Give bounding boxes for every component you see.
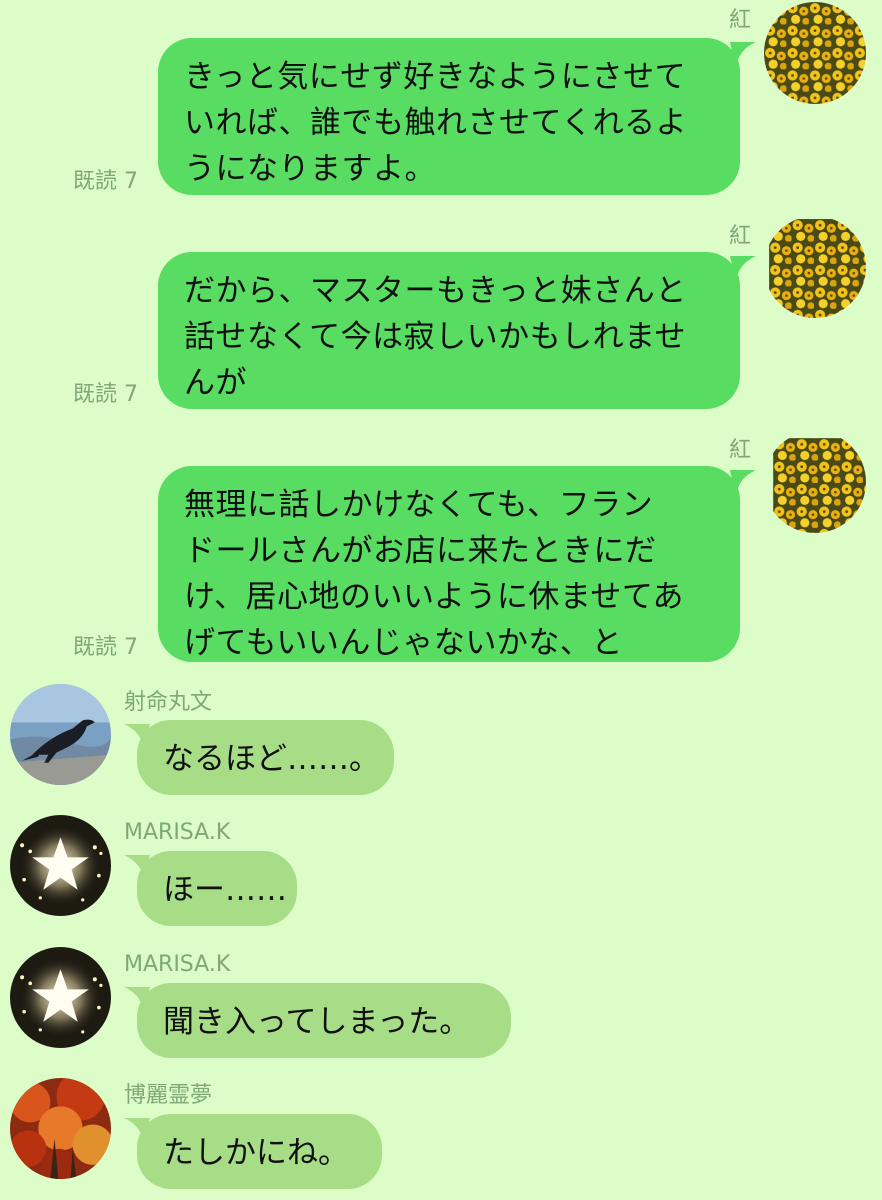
received-message-bubble[interactable]: たしかにね。 — [137, 1114, 382, 1189]
message-line: んが — [184, 365, 247, 401]
received-message-bubble[interactable]: 聞き入ってしまった。 — [137, 983, 511, 1058]
sent-message-bubble[interactable]: きっと気にせず好きなようにさせて いれば、誰でも触れさせてくれるよ うになります… — [158, 38, 740, 195]
received-message-bubble[interactable]: なるほど……。 — [137, 720, 394, 795]
autumn-leaves-avatar[interactable] — [10, 1078, 111, 1179]
sender-name: 博麗霊夢 — [124, 1083, 213, 1108]
yellow-flowers-avatar[interactable] — [764, 216, 866, 318]
received-message-bubble[interactable]: ほー…… — [137, 851, 297, 926]
crow-avatar[interactable] — [10, 684, 111, 785]
message-line: きっと気にせず好きなようにさせて — [184, 59, 687, 95]
sent-message-bubble[interactable]: だから、マスターもきっと妹さんと 話せなくて今は寂しいかもしれませ んが — [158, 252, 740, 409]
message-line: げてもいいんじゃないかな、と — [184, 625, 623, 661]
message-line: いれば、誰でも触れさせてくれるよ — [184, 105, 688, 141]
read-receipt: 既読 7 — [73, 382, 138, 407]
sent-message-bubble[interactable]: 無理に話しかけなくても、フラン ドールさんがお店に来たときにだ け、居心地のいい… — [158, 466, 740, 662]
star-lights-avatar[interactable] — [10, 815, 111, 916]
sender-name: MARISA.K — [124, 952, 231, 977]
message-line: 話せなくて今は寂しいかもしれませ — [184, 319, 687, 355]
sender-name: 紅 — [729, 224, 752, 249]
read-receipt: 既読 7 — [73, 635, 138, 660]
message-line: だから、マスターもきっと妹さんと — [184, 273, 687, 309]
message-line: うになりますよ。 — [184, 151, 436, 187]
read-receipt: 既読 7 — [73, 169, 138, 194]
message-line: 無理に話しかけなくても、フラン — [184, 487, 654, 523]
sender-name: 紅 — [729, 438, 752, 463]
sender-name: 射命丸文 — [124, 690, 213, 715]
yellow-flowers-avatar[interactable] — [764, 2, 866, 104]
message-line: け、居心地のいいように休ませてあ — [184, 579, 684, 615]
message-line: ドールさんがお店に来たときにだ — [184, 533, 657, 569]
sender-name: 紅 — [729, 8, 752, 33]
star-lights-avatar[interactable] — [10, 947, 111, 1048]
yellow-flowers-avatar[interactable] — [764, 431, 866, 533]
sender-name: MARISA.K — [124, 820, 231, 845]
